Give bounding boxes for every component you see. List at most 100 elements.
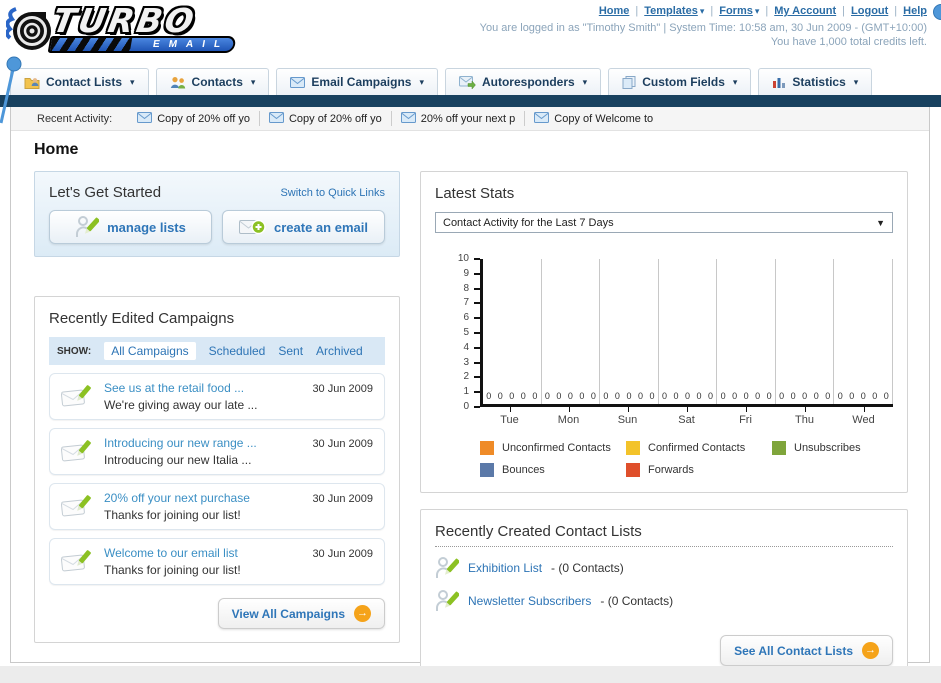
filter-archived[interactable]: Archived	[316, 344, 363, 358]
campaign-row[interactable]: Welcome to our email list Thanks for join…	[49, 538, 385, 585]
recent-activity-item[interactable]: 20% off your next p	[392, 111, 526, 126]
see-all-contact-lists-button[interactable]: See All Contact Lists →	[720, 635, 893, 666]
filter-scheduled[interactable]: Scheduled	[209, 344, 266, 358]
value-label: 0	[603, 391, 609, 401]
x-tick-label: Mon	[539, 407, 598, 426]
value-label: 0	[649, 391, 655, 401]
contact-list-count: - (0 Contacts)	[600, 594, 674, 608]
dotted-divider	[435, 546, 893, 547]
campaign-subtitle: Thanks for joining our list!	[104, 508, 241, 522]
nav-link-forms[interactable]: Forms	[719, 5, 753, 17]
button-label: create an email	[274, 219, 368, 235]
value-label: 0	[486, 391, 492, 401]
chart-day-group: 00000	[776, 259, 835, 404]
main-nav-tabs: Contact Lists ▾ Contacts ▾ Email Campaigns ▾ A…	[10, 68, 873, 95]
nav-link-templates[interactable]: Templates	[644, 5, 698, 17]
page-content: Home Let's Get Started Switch to Quick L…	[11, 131, 929, 682]
nav-link-help[interactable]: Help	[903, 5, 927, 17]
chevron-down-icon: ▾	[130, 76, 135, 87]
nav-link-home[interactable]: Home	[599, 5, 630, 17]
recent-activity-item[interactable]: Copy of Welcome to	[525, 111, 662, 126]
content-frame: Recent Activity: Copy of 20% off yo Copy …	[10, 107, 930, 682]
tab-autoresponders[interactable]: Autoresponders ▾	[444, 68, 602, 95]
tab-statistics[interactable]: Statistics ▾	[758, 68, 873, 95]
nav-separator: |	[635, 5, 639, 17]
button-label: manage lists	[107, 219, 186, 235]
value-labels: 00000	[717, 391, 775, 401]
campaign-title-link[interactable]: Introducing our new range ...	[104, 436, 301, 450]
contact-activity-chart: 0 1 2 3 4 5 6 7 8 9 10 000000000000000000000000000…	[435, 253, 894, 477]
chevron-down-icon: ▾	[419, 76, 424, 87]
value-label: 0	[883, 391, 889, 401]
turbo-email-logo[interactable]: TURBO EMAIL	[6, 1, 256, 63]
filter-sent[interactable]: Sent	[278, 344, 303, 358]
value-labels: 00000	[483, 391, 541, 401]
nav-link-logout[interactable]: Logout	[851, 5, 888, 17]
contact-list-row[interactable]: Newsletter Subscribers - (0 Contacts)	[435, 589, 893, 613]
manage-lists-button[interactable]: manage lists	[49, 210, 212, 244]
value-label: 0	[567, 391, 573, 401]
contact-list-row[interactable]: Exhibition List - (0 Contacts)	[435, 556, 893, 580]
legend-item: Unconfirmed Contacts	[480, 441, 626, 455]
campaign-title-link[interactable]: See us at the retail food ...	[104, 381, 301, 395]
chevron-down-icon: ▼	[876, 217, 885, 228]
legend-item: Unsubscribes	[772, 441, 918, 455]
value-label: 0	[802, 391, 808, 401]
campaign-row[interactable]: 20% off your next purchase Thanks for joi…	[49, 483, 385, 530]
stats-period-select[interactable]: Contact Activity for the Last 7 Days ▼	[435, 212, 893, 233]
view-all-campaigns-button[interactable]: View All Campaigns →	[217, 598, 385, 629]
get-started-title: Let's Get Started	[49, 184, 162, 201]
copy-pages-icon	[622, 75, 636, 89]
value-label: 0	[614, 391, 620, 401]
x-tick-label: Tue	[480, 407, 539, 426]
campaign-title-link[interactable]: Welcome to our email list	[104, 546, 301, 560]
campaign-title-link[interactable]: 20% off your next purchase	[104, 491, 301, 505]
credits-status-text: You have 1,000 total credits left.	[770, 36, 927, 48]
tab-email-campaigns[interactable]: Email Campaigns ▾	[276, 68, 438, 95]
y-tick-mark	[474, 332, 480, 334]
campaign-row[interactable]: See us at the retail food ... We're givin…	[49, 373, 385, 420]
tab-custom-fields[interactable]: Custom Fields ▾	[608, 68, 752, 95]
y-tick-label: 4	[463, 341, 469, 353]
login-status-text: You are logged in as "Timothy Smith" | S…	[479, 22, 927, 34]
legend-swatch	[480, 441, 494, 455]
tab-label: Custom Fields	[642, 75, 725, 89]
chevron-down-icon: ▾	[732, 76, 738, 87]
nav-separator: |	[765, 5, 769, 17]
tab-contacts[interactable]: Contacts ▾	[155, 68, 270, 95]
orange-arrow-icon: →	[862, 642, 879, 659]
nav-link-my-account[interactable]: My Account	[774, 5, 836, 17]
value-label: 0	[743, 391, 749, 401]
y-tick-label: 10	[457, 253, 469, 264]
recent-activity-item-label: Copy of 20% off yo	[157, 112, 250, 125]
campaign-row[interactable]: Introducing our new range ... Introducing…	[49, 428, 385, 475]
nav-separator: |	[894, 5, 898, 17]
create-an-email-button[interactable]: create an email	[222, 210, 385, 244]
filter-all-campaigns[interactable]: All Campaigns	[104, 342, 196, 360]
show-label: SHOW:	[57, 345, 92, 357]
logo-subtitle: EMAIL	[47, 36, 237, 53]
value-label: 0	[872, 391, 878, 401]
see-all-contact-lists-label: See All Contact Lists	[734, 643, 853, 658]
recent-activity-item[interactable]: Copy of 20% off yo	[128, 111, 260, 126]
right-column: Latest Stats Contact Activity for the La…	[420, 171, 908, 682]
switch-quick-links-link[interactable]: Switch to Quick Links	[280, 187, 385, 199]
contact-list-link[interactable]: Newsletter Subscribers	[468, 594, 591, 608]
value-labels: 00000	[834, 391, 892, 401]
tab-label: Autoresponders	[481, 75, 575, 89]
legend-label: Bounces	[502, 464, 545, 476]
tab-contact-lists[interactable]: Contact Lists ▾	[10, 68, 149, 95]
legend-swatch	[626, 463, 640, 477]
y-tick-mark	[474, 391, 480, 394]
contact-list-link[interactable]: Exhibition List	[468, 561, 542, 575]
chevron-down-icon: ▾	[853, 76, 859, 87]
campaign-date: 30 Jun 2009	[312, 493, 373, 505]
recent-activity-item[interactable]: Copy of 20% off yo	[260, 111, 392, 126]
value-label: 0	[720, 391, 726, 401]
footer-strip	[0, 666, 941, 683]
envelope-icon	[534, 111, 550, 126]
campaign-subtitle: Introducing our new Italia ...	[104, 453, 252, 467]
x-tick-label: Thu	[775, 407, 834, 426]
envelope-icon	[137, 111, 153, 126]
y-tick-label: 5	[463, 327, 469, 338]
